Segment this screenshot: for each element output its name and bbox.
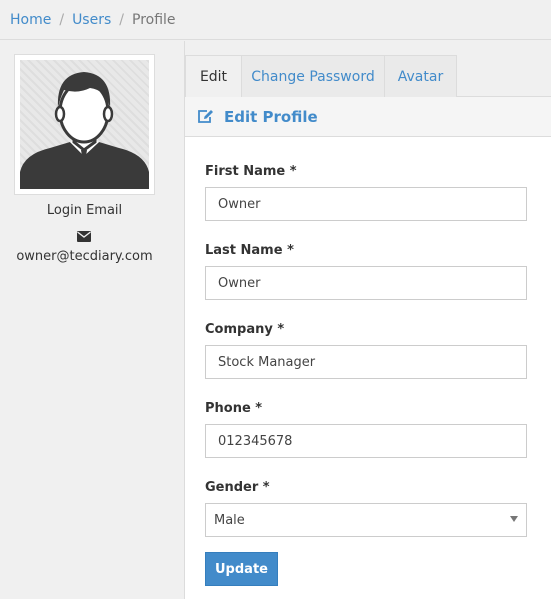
phone-input[interactable]	[205, 424, 527, 458]
panel-title: Edit Profile	[224, 107, 318, 126]
profile-panel: Edit Change Password Avatar Edit Profile…	[184, 41, 551, 599]
breadcrumb-separator: /	[119, 11, 124, 28]
login-email-label: Login Email	[46, 203, 123, 218]
gender-select[interactable]: Male	[205, 503, 527, 537]
last-name-input[interactable]	[205, 266, 527, 300]
profile-sidebar: Login Email owner@tecdiary.com	[0, 41, 185, 599]
update-button[interactable]: Update	[205, 552, 278, 586]
gender-select-value: Male	[214, 512, 245, 528]
company-label: Company *	[205, 322, 285, 337]
tabs-bar: Edit Change Password Avatar	[185, 41, 551, 98]
tab-avatar[interactable]: Avatar	[384, 55, 457, 97]
breadcrumb-users-link[interactable]: Users	[72, 12, 111, 28]
user-silhouette-icon	[20, 60, 149, 189]
gender-label: Gender *	[205, 480, 270, 495]
breadcrumb-separator: /	[59, 11, 65, 28]
phone-label: Phone *	[205, 401, 263, 416]
panel-header: Edit Profile	[185, 97, 551, 137]
edit-icon	[198, 110, 213, 123]
login-email-value: owner@tecdiary.com	[16, 249, 153, 264]
first-name-label: First Name *	[205, 164, 297, 179]
last-name-label: Last Name *	[205, 243, 294, 258]
breadcrumb-home-link[interactable]: Home	[10, 12, 51, 28]
tab-edit[interactable]: Edit	[185, 55, 242, 98]
breadcrumb-current: Profile	[132, 11, 176, 28]
breadcrumb: Home / Users / Profile	[0, 0, 551, 40]
envelope-icon	[77, 231, 91, 242]
chevron-down-icon	[510, 516, 518, 522]
avatar	[14, 54, 155, 195]
tab-change-password[interactable]: Change Password	[241, 55, 385, 97]
company-input[interactable]	[205, 345, 527, 379]
first-name-input[interactable]	[205, 187, 527, 221]
